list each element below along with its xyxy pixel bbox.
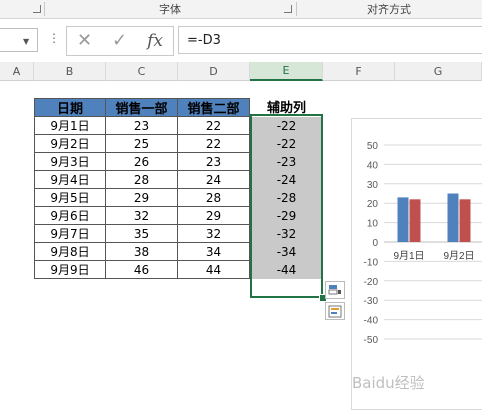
- y-tick-label: -20: [364, 277, 379, 288]
- ribbon-group-font: 字体: [44, 0, 296, 18]
- paste-options-icon: [328, 285, 341, 295]
- y-tick-label: 30: [367, 180, 379, 191]
- y-tick-label: -50: [364, 335, 379, 346]
- bar-series-1: [397, 197, 409, 242]
- formula-bar: ▼ ⋮ ✕ ✓ fx =-D3: [0, 19, 482, 63]
- y-tick-label: 10: [367, 219, 379, 230]
- column-header-b[interactable]: B: [34, 62, 106, 81]
- table-cell-sales-1[interactable]: 29: [106, 189, 178, 207]
- bar-series-1: [447, 193, 459, 242]
- watermark-text: Baidu经验: [352, 374, 425, 392]
- table-cell-date[interactable]: 9月4日: [34, 171, 106, 189]
- y-tick-label: 20: [367, 199, 379, 210]
- ribbon-group-alignment: 对齐方式: [296, 0, 482, 18]
- table-cell-sales-1[interactable]: 46: [106, 261, 178, 279]
- table-cell-sales-2[interactable]: 34: [178, 243, 250, 261]
- confirm-icon[interactable]: ✓: [112, 32, 127, 50]
- dialog-launcher-icon[interactable]: [33, 5, 41, 13]
- table-cell-date[interactable]: 9月6日: [34, 207, 106, 225]
- bar-series-2: [459, 199, 471, 242]
- cancel-icon[interactable]: ✕: [77, 32, 92, 50]
- x-tick-label: 9月1日: [393, 250, 424, 262]
- y-tick-label: 50: [367, 141, 379, 152]
- chevron-down-icon[interactable]: ▼: [23, 37, 29, 46]
- table-cell-sales-2[interactable]: 32: [178, 225, 250, 243]
- table-cell-aux[interactable]: -29: [252, 207, 321, 225]
- table-cell-date[interactable]: 9月3日: [34, 153, 106, 171]
- column-header-g[interactable]: G: [395, 62, 482, 81]
- quick-analysis-icon: [328, 305, 342, 317]
- column-header-d[interactable]: D: [178, 62, 250, 81]
- header-sales-2[interactable]: 销售二部: [178, 98, 250, 117]
- table-cell-sales-2[interactable]: 23: [178, 153, 250, 171]
- table-cell-date[interactable]: 9月1日: [34, 117, 106, 135]
- column-header-e[interactable]: E: [250, 62, 323, 81]
- more-options-icon[interactable]: ⋮: [48, 31, 60, 45]
- table-cell-aux[interactable]: -34: [252, 243, 321, 261]
- paste-options-button[interactable]: [325, 281, 345, 299]
- table-cell-date[interactable]: 9月9日: [34, 261, 106, 279]
- ribbon-group-alignment-label: 对齐方式: [367, 3, 411, 16]
- column-header-c[interactable]: C: [106, 62, 178, 81]
- table-cell-sales-1[interactable]: 25: [106, 135, 178, 153]
- y-tick-label: 40: [367, 160, 379, 171]
- table-cell-date[interactable]: 9月8日: [34, 243, 106, 261]
- formula-input[interactable]: =-D3: [178, 26, 482, 54]
- y-tick-label: -30: [364, 296, 379, 307]
- table-cell-sales-2[interactable]: 29: [178, 207, 250, 225]
- table-cell-aux[interactable]: -22: [252, 135, 321, 153]
- table-cell-sales-1[interactable]: 28: [106, 171, 178, 189]
- header-aux[interactable]: 辅助列: [250, 98, 323, 116]
- chart-plot: 50 40 30 20 10 0 -10 -20 -30 -40 -50 9月1日 9月2日: [364, 141, 482, 346]
- table-cell-sales-1[interactable]: 32: [106, 207, 178, 225]
- formula-buttons: ✕ ✓ fx: [66, 26, 174, 56]
- bar-series-2: [409, 199, 421, 242]
- table-cell-aux[interactable]: -24: [252, 171, 321, 189]
- font-dialog-launcher-icon[interactable]: [284, 5, 292, 13]
- x-tick-label: 9月2日: [443, 250, 474, 262]
- column-header-a[interactable]: A: [0, 62, 34, 81]
- bar-chart[interactable]: 50 40 30 20 10 0 -10 -20 -30 -40 -50 9月1日 9月2日: [351, 118, 482, 410]
- insert-function-icon[interactable]: fx: [147, 32, 163, 50]
- table-cell-sales-2[interactable]: 44: [178, 261, 250, 279]
- table-cell-date[interactable]: 9月7日: [34, 225, 106, 243]
- table-cell-sales-2[interactable]: 22: [178, 135, 250, 153]
- table-cell-sales-1[interactable]: 35: [106, 225, 178, 243]
- table-cell-sales-2[interactable]: 22: [178, 117, 250, 135]
- table-cell-aux[interactable]: -22: [252, 117, 321, 135]
- ribbon-group-font-label: 字体: [159, 3, 181, 16]
- table-cell-aux[interactable]: -44: [252, 261, 321, 279]
- table-cell-aux[interactable]: -23: [252, 153, 321, 171]
- table-cell-sales-1[interactable]: 23: [106, 117, 178, 135]
- y-tick-label: -10: [364, 257, 379, 268]
- ribbon-group-bar: 字体 对齐方式: [0, 0, 482, 19]
- table-cell-sales-2[interactable]: 24: [178, 171, 250, 189]
- table-cell-sales-1[interactable]: 26: [106, 153, 178, 171]
- name-box[interactable]: ▼: [0, 28, 38, 52]
- quick-analysis-button[interactable]: [325, 302, 345, 320]
- table-cell-aux[interactable]: -28: [252, 189, 321, 207]
- table-cell-sales-2[interactable]: 28: [178, 189, 250, 207]
- table-cell-sales-1[interactable]: 38: [106, 243, 178, 261]
- table-cell-date[interactable]: 9月5日: [34, 189, 106, 207]
- header-date[interactable]: 日期: [34, 98, 106, 117]
- header-sales-1[interactable]: 销售一部: [106, 98, 178, 117]
- table-cell-aux[interactable]: -32: [252, 225, 321, 243]
- y-tick-label: 0: [372, 238, 378, 249]
- column-header-f[interactable]: F: [323, 62, 395, 81]
- table-cell-date[interactable]: 9月2日: [34, 135, 106, 153]
- y-tick-label: -40: [364, 316, 379, 327]
